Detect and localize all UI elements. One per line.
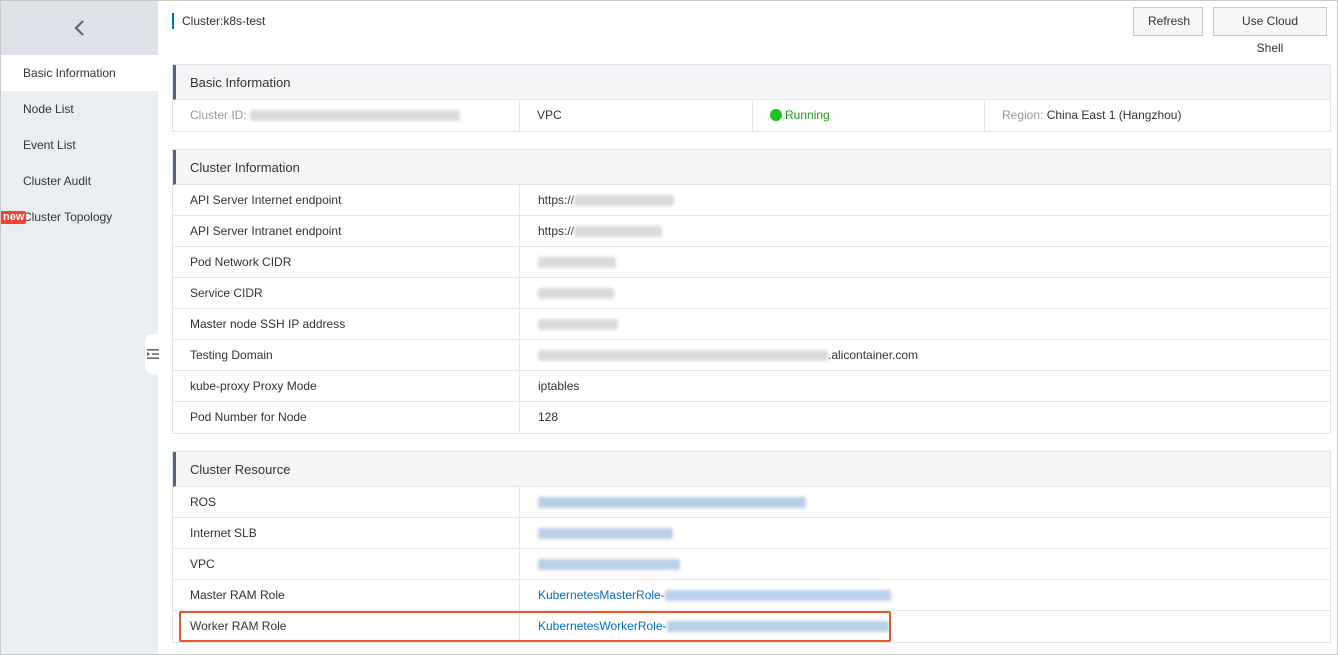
row-label: kube-proxy Proxy Mode bbox=[173, 371, 520, 401]
page-title: Cluster:k8s-test bbox=[172, 13, 265, 29]
sidebar-item-label: Node List bbox=[23, 102, 74, 116]
cluster-information-panel: Cluster Information API Server Internet … bbox=[172, 149, 1331, 434]
cloud-shell-button[interactable]: Use Cloud Shell bbox=[1213, 7, 1327, 55]
row-label: Internet SLB bbox=[173, 518, 520, 548]
table-row: kube-proxy Proxy Mode iptables bbox=[173, 371, 1330, 402]
main-content: Cluster:k8s-test Refresh Use Cloud Shell… bbox=[158, 1, 1337, 654]
table-row: Internet SLB bbox=[173, 518, 1330, 549]
sidebar-item-label: Cluster Topology bbox=[23, 210, 113, 224]
table-row: Worker RAM Role KubernetesWorkerRole- bbox=[173, 611, 1330, 642]
sidebar-item-cluster-topology[interactable]: new Cluster Topology bbox=[1, 199, 158, 235]
sidebar-item-label: Basic Information bbox=[23, 66, 116, 80]
region-cell: Region: China East 1 (Hangzhou) bbox=[985, 100, 1330, 131]
row-value: KubernetesMasterRole- bbox=[520, 580, 1330, 610]
row-value bbox=[520, 487, 1330, 517]
panel-heading: Cluster Resource bbox=[173, 452, 1330, 487]
table-row: API Server Internet endpoint https:// bbox=[173, 185, 1330, 216]
redacted-value bbox=[538, 319, 618, 331]
row-value: .alicontainer.com bbox=[520, 340, 1330, 370]
table-row: API Server Intranet endpoint https:// bbox=[173, 216, 1330, 247]
redacted-value bbox=[538, 257, 616, 269]
table-row: Pod Network CIDR bbox=[173, 247, 1330, 278]
row-label: Master node SSH IP address bbox=[173, 309, 520, 339]
row-label: Master RAM Role bbox=[173, 580, 520, 610]
row-value bbox=[520, 518, 1330, 548]
api-intranet-prefix: https:// bbox=[538, 224, 575, 238]
row-value: https:// bbox=[520, 185, 1330, 215]
cluster-id-label: Cluster ID: bbox=[190, 108, 247, 122]
row-label: API Server Intranet endpoint bbox=[173, 216, 520, 246]
redacted-value bbox=[538, 350, 828, 362]
sidebar-item-label: Event List bbox=[23, 138, 76, 152]
row-label: Testing Domain bbox=[173, 340, 520, 370]
row-label: ROS bbox=[173, 487, 520, 517]
basic-information-panel: Basic Information Cluster ID: VPC Runnin… bbox=[172, 64, 1331, 132]
panel-heading: Cluster Information bbox=[173, 150, 1330, 185]
redacted-value bbox=[538, 288, 614, 300]
row-value bbox=[520, 309, 1330, 339]
row-value: https:// bbox=[520, 216, 1330, 246]
row-value bbox=[520, 278, 1330, 308]
region-value: China East 1 (Hangzhou) bbox=[1046, 108, 1182, 122]
redacted-value bbox=[574, 195, 675, 207]
vpc-link[interactable] bbox=[538, 559, 680, 571]
status-text: Running bbox=[785, 108, 830, 122]
row-label: API Server Internet endpoint bbox=[173, 185, 520, 215]
row-label: Worker RAM Role bbox=[173, 611, 520, 642]
panel-heading: Basic Information bbox=[173, 65, 1330, 100]
redacted-value bbox=[666, 621, 889, 633]
internet-slb-link[interactable] bbox=[538, 528, 673, 540]
back-button[interactable] bbox=[1, 1, 158, 55]
status-cell: Running bbox=[753, 100, 985, 131]
sidebar-item-event-list[interactable]: Event List bbox=[1, 127, 158, 163]
row-value: iptables bbox=[538, 379, 580, 393]
sidebar-item-label: Cluster Audit bbox=[23, 174, 92, 188]
row-label: Pod Network CIDR bbox=[173, 247, 520, 277]
chevron-left-icon bbox=[73, 20, 84, 36]
testing-domain-suffix: .alicontainer.com bbox=[828, 348, 919, 362]
table-row: Service CIDR bbox=[173, 278, 1330, 309]
redacted-value bbox=[664, 590, 891, 602]
network-type: VPC bbox=[520, 100, 753, 131]
master-ram-role-link[interactable]: KubernetesMasterRole- bbox=[538, 588, 665, 602]
table-row: ROS bbox=[173, 487, 1330, 518]
cluster-id-cell: Cluster ID: bbox=[173, 100, 520, 131]
ros-link[interactable] bbox=[538, 497, 806, 509]
table-row: VPC bbox=[173, 549, 1330, 580]
refresh-button[interactable]: Refresh bbox=[1133, 7, 1203, 36]
table-row: Pod Number for Node 128 bbox=[173, 402, 1330, 433]
cluster-resource-panel: Cluster Resource ROS Internet SLB VPC Ma… bbox=[172, 451, 1331, 643]
table-row: Master RAM Role KubernetesMasterRole- bbox=[173, 580, 1330, 611]
network-type-value: VPC bbox=[537, 108, 562, 122]
sidebar-item-basic-information[interactable]: Basic Information bbox=[1, 55, 158, 91]
row-value bbox=[520, 549, 1330, 579]
table-row: Master node SSH IP address bbox=[173, 309, 1330, 340]
row-label: Service CIDR bbox=[173, 278, 520, 308]
row-value: KubernetesWorkerRole- bbox=[520, 611, 1330, 642]
basic-info-row: Cluster ID: VPC Running Region: China Ea… bbox=[173, 100, 1330, 131]
redacted-value bbox=[574, 226, 663, 238]
redacted-cluster-id bbox=[250, 110, 461, 122]
row-label: VPC bbox=[173, 549, 520, 579]
row-label: Pod Number for Node bbox=[173, 402, 520, 433]
region-label: Region: bbox=[1002, 108, 1044, 122]
table-row: Testing Domain .alicontainer.com bbox=[173, 340, 1330, 371]
sidebar-item-node-list[interactable]: Node List bbox=[1, 91, 158, 127]
row-value: 128 bbox=[538, 410, 559, 424]
row-value bbox=[520, 247, 1330, 277]
new-badge: new bbox=[1, 211, 27, 224]
sidebar: Basic Information Node List Event List C… bbox=[1, 1, 161, 654]
status-dot-icon bbox=[770, 109, 782, 121]
api-internet-prefix: https:// bbox=[538, 193, 575, 207]
worker-ram-role-link[interactable]: KubernetesWorkerRole- bbox=[538, 619, 667, 633]
sidebar-item-cluster-audit[interactable]: Cluster Audit bbox=[1, 163, 158, 199]
